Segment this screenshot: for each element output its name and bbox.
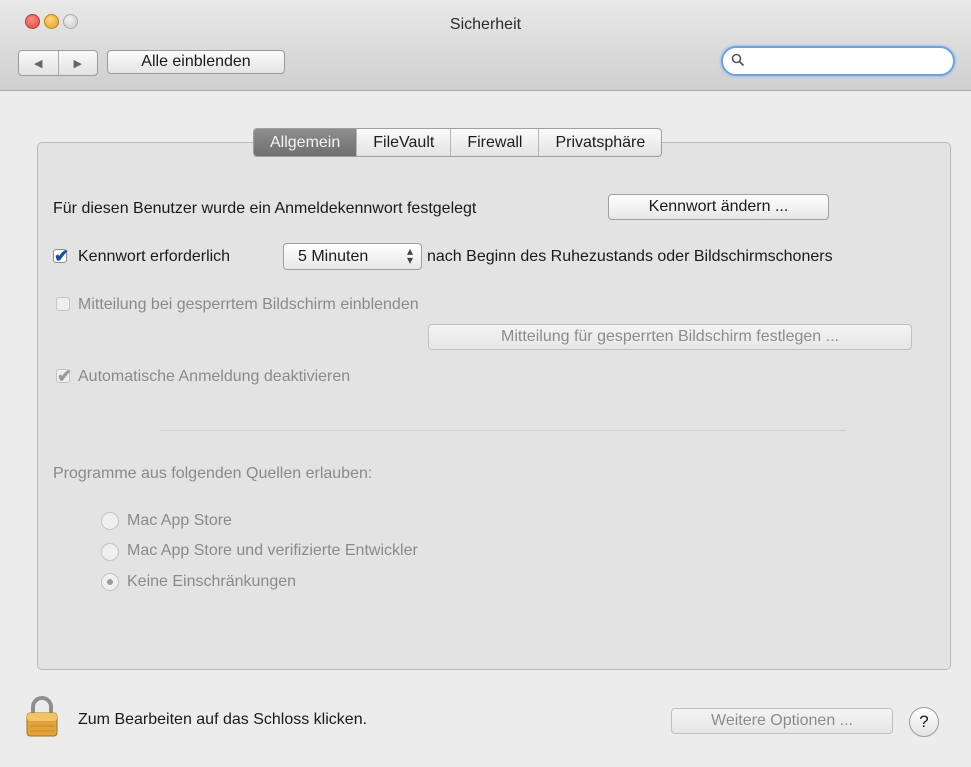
- radio-mac-app-store-label: Mac App Store: [127, 512, 232, 529]
- password-set-text: Für diesen Benutzer wurde ein Anmeldeken…: [53, 200, 477, 217]
- lock-icon[interactable]: [24, 696, 60, 738]
- tab-filevault[interactable]: FileVault: [357, 129, 452, 156]
- forward-button[interactable]: ▶: [59, 51, 98, 75]
- radio-mac-app-store[interactable]: [101, 512, 119, 530]
- radio-identified-developers-label: Mac App Store und verifizierte Entwickle…: [127, 542, 418, 559]
- lock-text: Zum Bearbeiten auf das Schloss klicken.: [78, 711, 368, 728]
- help-button[interactable]: ?: [909, 707, 939, 737]
- show-message-checkbox[interactable]: [56, 297, 70, 311]
- search-input[interactable]: [751, 51, 945, 73]
- set-message-button[interactable]: Mitteilung für gesperrten Bildschirm fes…: [428, 324, 912, 350]
- tab-firewall[interactable]: Firewall: [451, 129, 540, 156]
- tab-bar: Allgemein FileVault Firewall Privatsphär…: [253, 128, 663, 157]
- back-button[interactable]: ◀: [19, 51, 59, 75]
- tab-general[interactable]: Allgemein: [254, 129, 358, 156]
- nav-back-forward: ◀ ▶: [18, 50, 98, 76]
- require-password-label: Kennwort erforderlich: [78, 248, 231, 265]
- preferences-window: Sicherheit ◀ ▶ Alle einblenden Allgemein…: [0, 0, 971, 767]
- back-arrow-icon: ◀: [34, 57, 43, 70]
- radio-identified-developers[interactable]: [101, 543, 119, 561]
- more-options-button[interactable]: Weitere Optionen ...: [671, 708, 893, 734]
- require-password-checkbox[interactable]: ✔: [53, 246, 70, 266]
- after-sleep-text: nach Beginn des Ruhezustands oder Bildsc…: [427, 248, 833, 265]
- allow-apps-heading: Programme aus folgenden Quellen erlauben…: [53, 465, 373, 482]
- disable-auto-login-label: Automatische Anmeldung deaktivieren: [78, 368, 351, 385]
- checkmark-icon: ✔: [57, 366, 73, 386]
- radio-anywhere[interactable]: [101, 573, 119, 591]
- radio-selected-dot: [107, 579, 113, 585]
- checkmark-icon: ✔: [54, 246, 70, 266]
- window-title: Sicherheit: [449, 16, 522, 33]
- password-delay-select[interactable]: 5 Minuten ▴ ▾: [283, 243, 422, 270]
- search-icon: [731, 53, 745, 71]
- password-delay-value: 5 Minuten: [298, 248, 369, 265]
- radio-anywhere-label: Keine Einschränkungen: [127, 573, 297, 590]
- section-divider: [160, 430, 846, 431]
- search-field[interactable]: [721, 46, 955, 76]
- show-all-button[interactable]: Alle einblenden: [107, 50, 285, 74]
- show-message-label: Mitteilung bei gesperrtem Bildschirm ein…: [78, 296, 419, 313]
- change-password-button[interactable]: Kennwort ändern ...: [608, 194, 829, 220]
- tab-privacy[interactable]: Privatsphäre: [539, 129, 661, 156]
- forward-arrow-icon: ▶: [73, 57, 82, 70]
- stepper-arrows-icon: ▴ ▾: [406, 244, 413, 267]
- disable-auto-login-checkbox[interactable]: ✔: [56, 366, 73, 386]
- titlebar: Sicherheit ◀ ▶ Alle einblenden: [0, 0, 971, 91]
